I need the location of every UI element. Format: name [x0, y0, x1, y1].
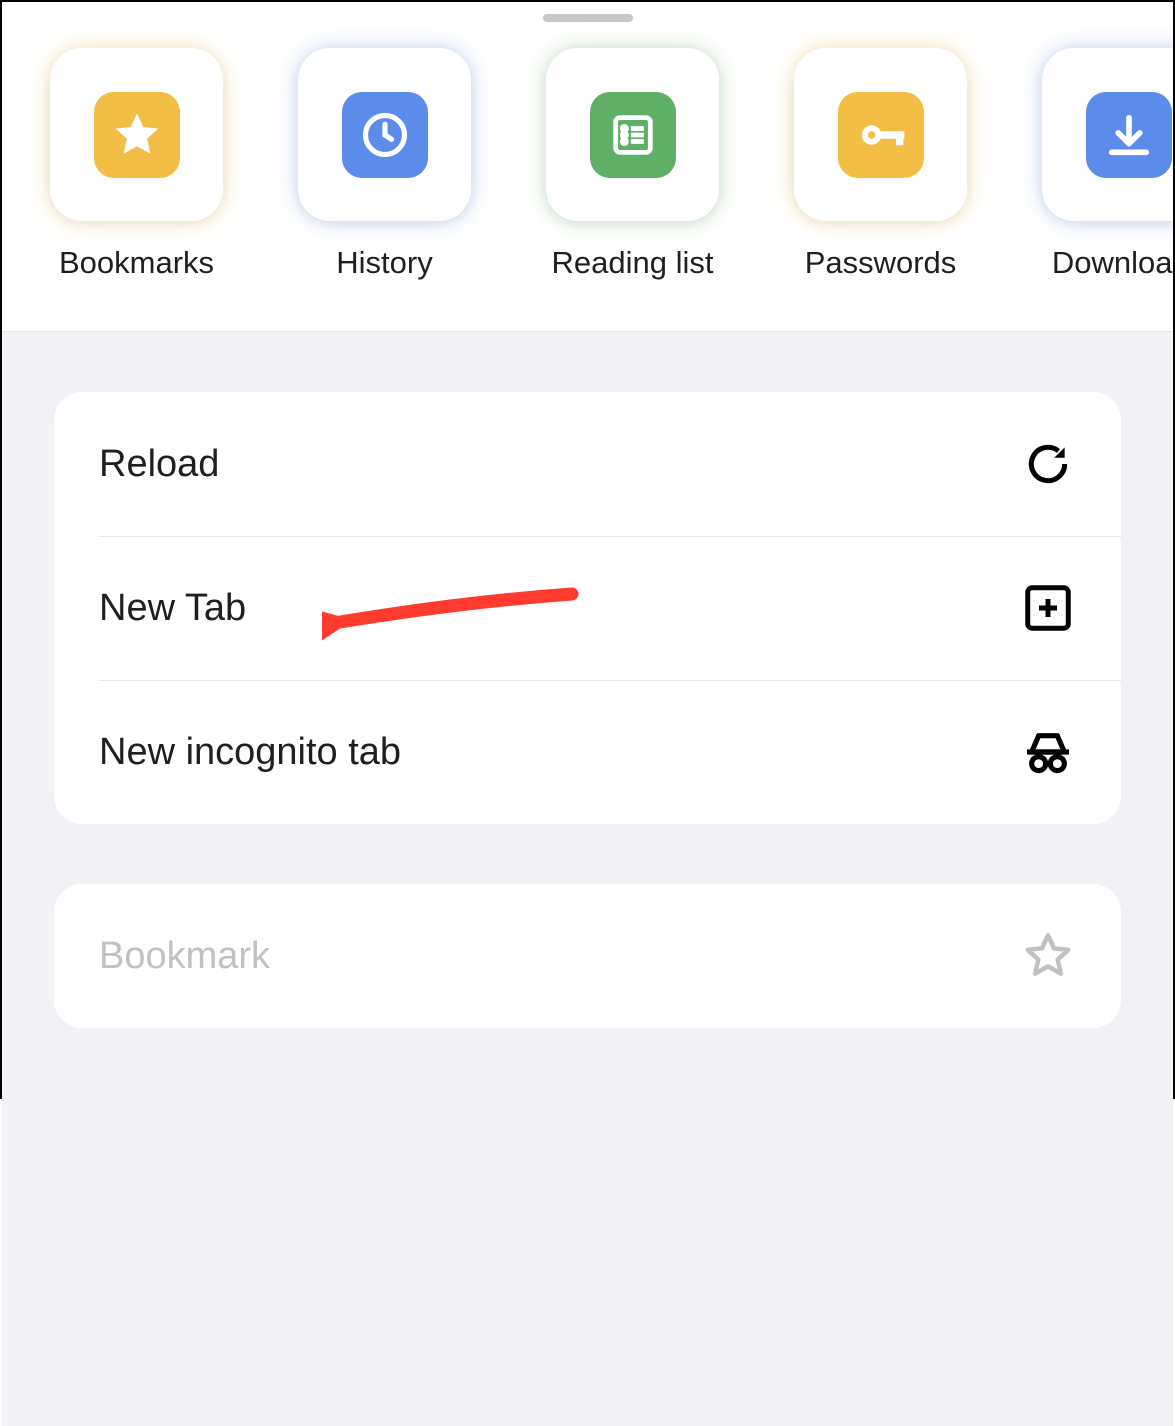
shortcut-label: Reading list [552, 245, 714, 281]
menu-item-label: Reload [99, 443, 219, 486]
shortcut-card [298, 48, 471, 221]
shortcut-reading-list[interactable]: Reading list [546, 48, 719, 281]
menu-content: Reload New Tab New incognito tab Bookmar… [2, 331, 1173, 1426]
plus-square-icon [1020, 580, 1076, 636]
shortcut-label: Bookmarks [59, 245, 214, 281]
shortcut-label: Downloads [1052, 245, 1173, 281]
shortcut-passwords[interactable]: Passwords [794, 48, 967, 281]
menu-item-label: New Tab [99, 587, 246, 630]
download-icon [1086, 92, 1172, 178]
shortcuts-row: Bookmarks History Reading list Passwords [2, 2, 1173, 331]
menu-item-new-tab[interactable]: New Tab [54, 536, 1121, 680]
shortcut-history[interactable]: History [298, 48, 471, 281]
menu-item-bookmark[interactable]: Bookmark [54, 884, 1121, 1028]
shortcut-label: Passwords [805, 245, 957, 281]
shortcut-card [50, 48, 223, 221]
shortcut-card [1042, 48, 1173, 221]
menu-item-label: New incognito tab [99, 731, 401, 774]
shortcut-downloads[interactable]: Downloads [1042, 48, 1173, 281]
key-icon [838, 92, 924, 178]
menu-item-reload[interactable]: Reload [54, 392, 1121, 536]
shortcut-bookmarks[interactable]: Bookmarks [50, 48, 223, 281]
incognito-icon [1020, 724, 1076, 780]
shortcut-card [794, 48, 967, 221]
drag-handle[interactable] [543, 14, 633, 22]
star-outline-icon [1020, 928, 1076, 984]
shortcut-label: History [336, 245, 432, 281]
menu-item-label: Bookmark [99, 935, 270, 978]
list-icon [590, 92, 676, 178]
star-icon [94, 92, 180, 178]
clock-icon [342, 92, 428, 178]
reload-icon [1020, 436, 1076, 492]
menu-group-bookmark: Bookmark [54, 884, 1121, 1028]
menu-item-new-incognito-tab[interactable]: New incognito tab [54, 680, 1121, 824]
menu-group-actions: Reload New Tab New incognito tab [54, 392, 1121, 824]
shortcut-card [546, 48, 719, 221]
